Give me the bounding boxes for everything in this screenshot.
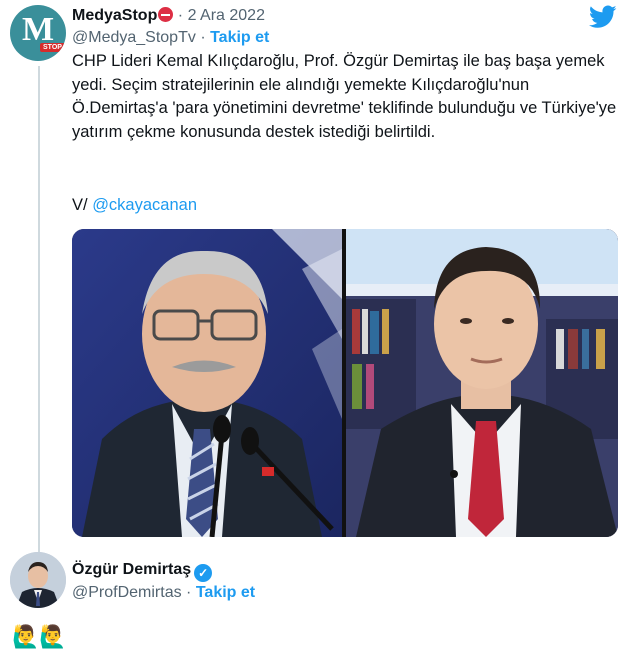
tweet-via-line: V/ @ckayacanan [72,194,197,216]
reply-header-row2: @ProfDemirtas · Takip et [72,583,255,603]
separator: · [200,29,206,46]
follow-button[interactable]: Takip et [210,29,269,46]
twitter-bird-icon[interactable] [589,5,617,29]
tweet-media-photo[interactable] [72,229,618,537]
demirtas-avatar[interactable] [10,552,66,608]
tweet-date[interactable]: 2 Ara 2022 [188,7,265,24]
separator: · [177,7,184,24]
tweet-header-row1: MedyaStop · 2 Ara 2022 [72,6,265,26]
thread-connector-line [38,66,40,552]
reply-author-name[interactable]: Özgür Demirtaş [72,561,191,578]
author-handle[interactable]: @Medya_StopTv [72,29,196,46]
reply-follow-button[interactable]: Takip et [196,584,255,601]
via-prefix: V/ [72,196,88,214]
avatar-badge: STOP [40,43,65,52]
medyastop-avatar[interactable]: M STOP [10,5,66,61]
reply-header-row1: Özgür Demirtaş ✓ [72,560,213,582]
tweet-text: CHP Lideri Kemal Kılıçdaroğlu, Prof. Özg… [72,50,620,144]
reply-author-handle[interactable]: @ProfDemirtas [72,584,182,601]
verified-badge-icon: ✓ [194,564,213,582]
photo-left-kilicdaroglu [72,229,342,537]
reply-emoji-text: 🙋‍♂️🙋‍♂️ [12,624,67,649]
separator: · [186,584,192,601]
tweet-paragraph: CHP Lideri Kemal Kılıçdaroğlu, Prof. Özg… [72,52,617,141]
no-entry-icon [158,7,174,22]
tweet-header-row2: @Medya_StopTv · Takip et [72,28,269,48]
via-mention-link[interactable]: @ckayacanan [92,196,197,214]
photo-right-demirtas [346,229,618,537]
author-name[interactable]: MedyaStop [72,7,157,24]
